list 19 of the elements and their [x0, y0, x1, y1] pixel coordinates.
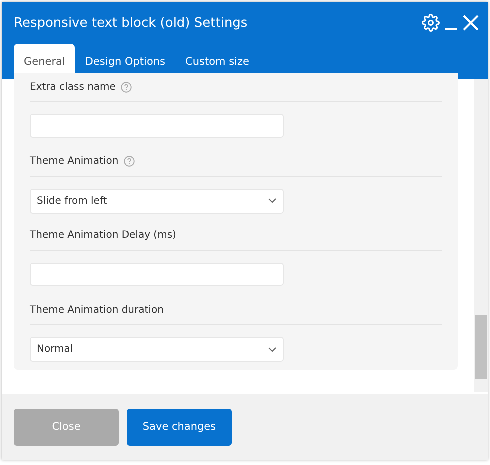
save-button[interactable]: Save changes	[127, 408, 232, 446]
field-label: Theme Animation	[30, 156, 119, 168]
select-field[interactable]: Slide from left	[30, 188, 284, 214]
close-icon[interactable]	[462, 14, 480, 32]
help-icon[interactable]	[124, 156, 135, 168]
chevron-down-icon	[268, 346, 277, 353]
gear-icon[interactable]	[422, 14, 440, 32]
field-label: Theme Animation duration	[30, 304, 164, 316]
help-icon[interactable]	[120, 82, 132, 93]
scrollbar[interactable]	[474, 79, 488, 392]
window-title: Responsive text block (old) Settings	[14, 16, 249, 30]
field-label: Theme Animation Delay (ms)	[30, 230, 176, 242]
input-field[interactable]	[30, 262, 284, 286]
tab[interactable]: Design Options	[75, 44, 176, 79]
input-field[interactable]	[30, 114, 284, 138]
field-label: Extra class name	[30, 82, 116, 93]
select-field[interactable]: Normal	[30, 337, 284, 362]
chevron-down-icon	[268, 198, 277, 204]
tab[interactable]: Custom size	[176, 44, 260, 79]
